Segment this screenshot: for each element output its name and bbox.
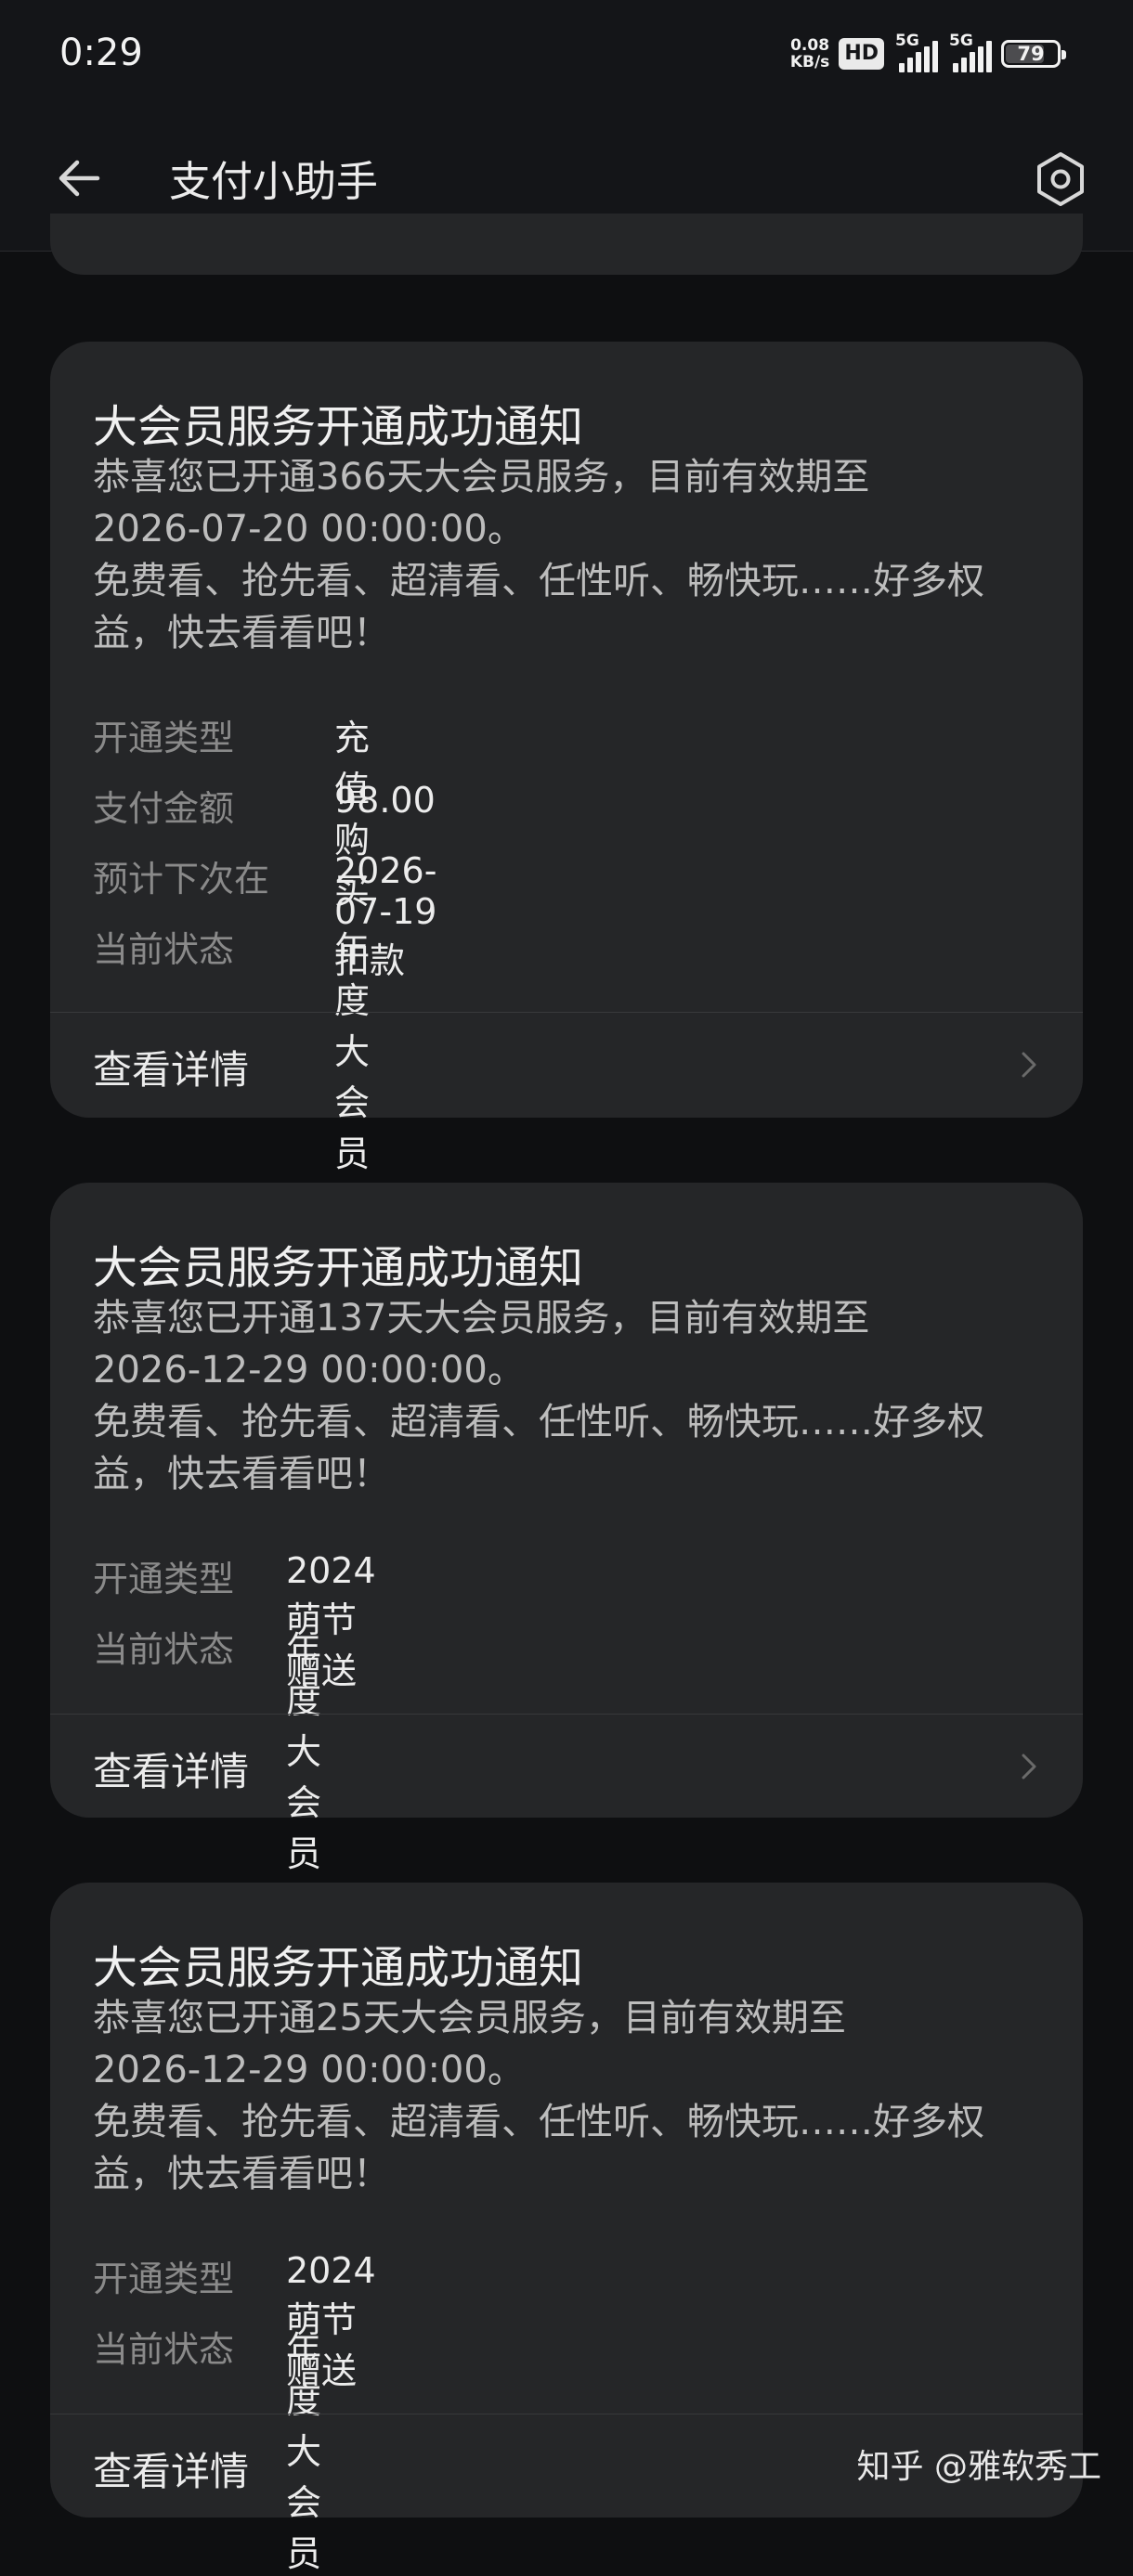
card-body-line: 2026-07-20 00:00:00。	[93, 508, 525, 550]
card-body: 恭喜您已开通366天大会员服务，目前有效期至 2026-07-20 00:00:…	[93, 451, 1049, 659]
view-details-label: 查看详情	[93, 1047, 250, 1093]
field-row: 开通类型 2024萌节赠送	[93, 2250, 376, 2391]
card-body-line: 免费看、抢先看、超清看、任性听、畅快玩……好多权	[93, 560, 984, 602]
battery-icon: 79	[1001, 40, 1066, 68]
battery-tip	[1061, 50, 1066, 59]
card-body-line: 恭喜您已开通137天大会员服务，目前有效期至	[93, 1297, 870, 1340]
watermark: 知乎 @雅软秀工	[856, 2448, 1101, 2486]
hd-voice-icon: HD	[839, 38, 884, 70]
status-time: 0:29	[59, 32, 143, 74]
field-row: 当前状态 年度大会员	[93, 1621, 321, 1874]
status-icons: 0.08 KB/s HD 5G 5G 79	[790, 32, 1066, 74]
view-details-row[interactable]: 查看详情	[50, 1013, 1083, 1115]
card-body-line: 免费看、抢先看、超清看、任性听、畅快玩……好多权	[93, 2101, 984, 2143]
field-row: 支付金额 98.00	[93, 780, 436, 831]
field-label: 开通类型	[93, 718, 235, 758]
arrow-left-icon	[59, 160, 100, 197]
field-value: 98.00	[334, 780, 436, 821]
battery-level: 79	[1017, 43, 1045, 65]
field-label: 当前状态	[93, 1629, 235, 1670]
field-row: 开通类型 2024萌节赠送	[93, 1550, 376, 1691]
card-body-line: 2026-12-29 00:00:00。	[93, 2049, 525, 2091]
card-body-line: 恭喜您已开通366天大会员服务，目前有效期至	[93, 456, 870, 498]
page-title: 支付小助手	[169, 157, 379, 206]
field-label: 当前状态	[93, 929, 235, 970]
signal-sim1-icon: 5G	[893, 32, 938, 72]
settings-button[interactable]	[1025, 144, 1096, 214]
card-body-line: 益，快去看看吧！	[93, 2153, 390, 2195]
signal-bar	[924, 46, 930, 72]
card-title: 大会员服务开通成功通知	[93, 1242, 584, 1294]
notification-card: 大会员服务开通成功通知 恭喜您已开通137天大会员服务，目前有效期至 2026-…	[50, 1183, 1083, 1874]
field-label: 支付金额	[93, 788, 235, 829]
view-details-label: 查看详情	[93, 1749, 250, 1794]
card-body-line: 益，快去看看吧！	[93, 612, 390, 654]
field-label: 预计下次在	[93, 859, 270, 900]
signal-bar	[932, 41, 938, 72]
card-title: 大会员服务开通成功通知	[93, 1942, 584, 1994]
field-label: 开通类型	[93, 2259, 235, 2299]
signal-bar	[970, 52, 975, 72]
signal-bar	[916, 52, 921, 72]
signal-sim2-icon: 5G	[947, 32, 992, 72]
signal-bar	[899, 63, 905, 72]
signal-bar	[986, 41, 992, 72]
card-body: 恭喜您已开通25天大会员服务，目前有效期至 2026-12-29 00:00:0…	[93, 1992, 1049, 2200]
card-title: 大会员服务开通成功通知	[93, 401, 584, 453]
chevron-right-icon	[1022, 1754, 1036, 1780]
notification-card: 大会员服务开通成功通知 恭喜您已开通366天大会员服务，目前有效期至 2026-…	[50, 342, 1083, 1174]
signal-bar	[953, 63, 958, 72]
notification-card: 大会员服务开通成功通知 恭喜您已开通25天大会员服务，目前有效期至 2026-1…	[50, 1883, 1083, 2574]
card-body: 恭喜您已开通137天大会员服务，目前有效期至 2026-12-29 00:00:…	[93, 1292, 1049, 1500]
view-details-label: 查看详情	[93, 2449, 250, 2494]
network-speed: 0.08 KB/s	[790, 37, 829, 71]
view-details-row[interactable]: 查看详情	[50, 1715, 1083, 1817]
card-body-line: 2026-12-29 00:00:00。	[93, 1349, 525, 1392]
field-row: 预计下次在 2026-07-19扣款	[93, 850, 436, 981]
signal-bar	[961, 58, 967, 72]
field-label: 当前状态	[93, 2329, 235, 2370]
field-row: 当前状态 年度大会员	[93, 921, 370, 1174]
hexagon-settings-icon	[1037, 152, 1084, 206]
status-bar: 0:29 0.08 KB/s HD 5G 5G 79	[0, 0, 1133, 107]
field-label: 开通类型	[93, 1559, 235, 1599]
field-row: 当前状态 年度大会员	[93, 2321, 321, 2574]
signal-bar	[907, 58, 913, 72]
sim2-network-label: 5G	[949, 32, 973, 50]
card-body-line: 免费看、抢先看、超清看、任性听、畅快玩……好多权	[93, 1401, 984, 1443]
sim1-network-label: 5G	[895, 32, 919, 50]
chevron-right-icon	[1022, 1052, 1036, 1078]
signal-bar	[978, 46, 983, 72]
card-body-line: 益，快去看看吧！	[93, 1453, 390, 1495]
network-speed-unit: KB/s	[789, 53, 830, 71]
field-row: 开通类型 充值购买	[93, 709, 370, 912]
card-body-line: 恭喜您已开通25天大会员服务，目前有效期至	[93, 1997, 846, 2039]
network-speed-value: 0.08	[790, 36, 830, 55]
previous-card-partial	[50, 214, 1083, 275]
back-button[interactable]	[46, 146, 111, 211]
